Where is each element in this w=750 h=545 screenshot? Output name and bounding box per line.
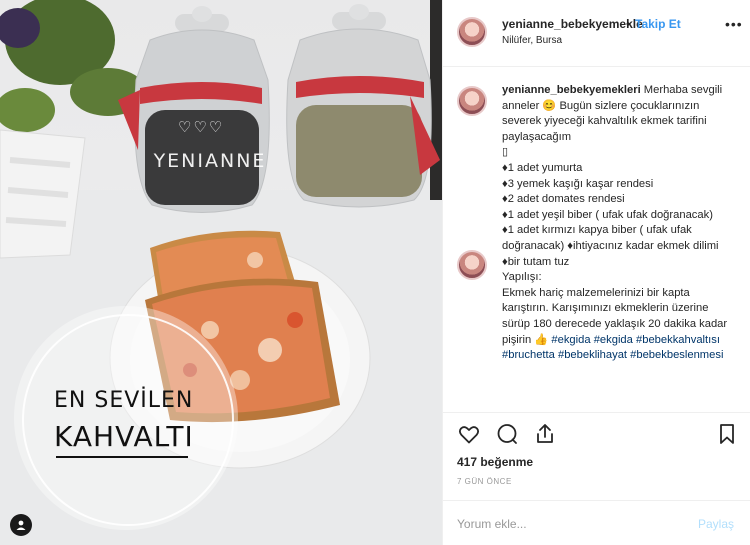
tagged-users-icon[interactable] xyxy=(10,514,32,536)
caption-username[interactable]: yenianne_bebekyemekleri xyxy=(502,84,641,96)
hashtag-link[interactable]: #ekgida xyxy=(594,334,633,346)
hashtag-link[interactable]: #bebekkahvaltısı xyxy=(636,334,720,346)
ingredient-2: ♦3 yemek kaşığı kaşar rendesi xyxy=(502,177,654,190)
bookmark-icon[interactable] xyxy=(715,422,739,446)
like-heart-icon[interactable] xyxy=(457,422,481,446)
method-title: Yapılışı: xyxy=(502,271,542,284)
post-header: yenianne_bebekyemekle • Takip Et Nilüfer… xyxy=(443,0,750,67)
post-timestamp[interactable]: 7 GÜN ÖNCE xyxy=(457,477,512,486)
badge-line-2: KAHVALTI xyxy=(54,420,194,453)
hashtag-link[interactable]: #ekgida xyxy=(551,334,590,346)
like-count[interactable]: 417 beğenme xyxy=(457,455,533,469)
post-comment-button[interactable]: Paylaş xyxy=(698,517,734,531)
share-icon[interactable] xyxy=(533,422,557,446)
post-caption: yenianne_bebekyemekleri Merhaba sevgili … xyxy=(502,83,730,409)
jar-brand-text: YENIANNE xyxy=(153,150,267,172)
jar-hearts: ♡♡♡ xyxy=(178,119,225,136)
comment-divider xyxy=(443,500,750,501)
comment-icon[interactable] xyxy=(495,422,519,446)
caption-box-char: ▯ xyxy=(502,146,509,159)
ingredient-4: ♦1 adet yeşil biber ( ufak ufak doğranac… xyxy=(502,208,713,221)
author-username[interactable]: yenianne_bebekyemekle xyxy=(502,17,643,31)
hashtag-link[interactable]: #bebeklihayat xyxy=(558,349,627,361)
comment-avatar[interactable] xyxy=(457,250,487,280)
follow-button[interactable]: Takip Et xyxy=(635,17,681,31)
hashtag-link[interactable]: #bruchetta xyxy=(502,349,555,361)
badge-line-1: EN SEVİLEN xyxy=(54,388,194,413)
separator-dot: • xyxy=(626,17,631,31)
author-avatar[interactable] xyxy=(457,17,487,47)
ingredient-1: ♦1 adet yumurta xyxy=(502,161,583,174)
ingredient-3: ♦2 adet domates rendesi xyxy=(502,193,625,206)
caption-avatar[interactable] xyxy=(457,86,487,116)
badge-underline xyxy=(56,456,188,458)
post-side-panel: yenianne_bebekyemekle • Takip Et Nilüfer… xyxy=(442,0,750,545)
post-location[interactable]: Nilüfer, Bursa xyxy=(502,35,562,46)
action-bar xyxy=(457,422,557,448)
comment-input[interactable]: Yorum ekle... xyxy=(457,517,527,531)
actions-divider xyxy=(443,412,750,413)
more-options-icon[interactable]: ••• xyxy=(725,16,743,32)
ingredient-5: ♦1 adet kırmızı kapya biber ( ufak ufak … xyxy=(502,224,719,268)
hashtag-link[interactable]: #bebekbeslenmesi xyxy=(630,349,723,361)
post-photo[interactable]: ♡♡♡ YENIANNE EN SEVİLEN KAHVALTI xyxy=(0,0,442,545)
